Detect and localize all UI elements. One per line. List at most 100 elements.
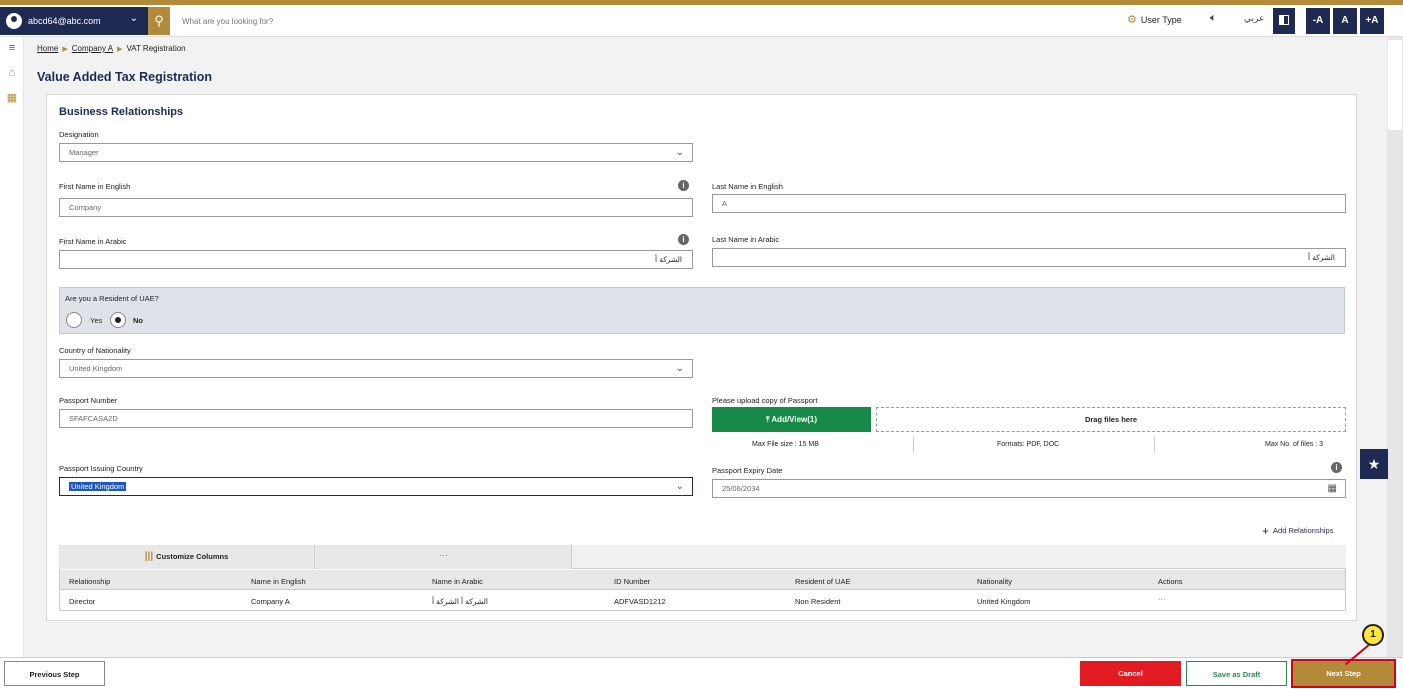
user-type-button[interactable]: ⚙ User Type [1127, 13, 1182, 26]
info-icon[interactable]: i [678, 180, 689, 191]
left-rail: ≡ ⌂ ▦ [0, 37, 24, 657]
designation-label: Designation [59, 130, 99, 139]
table-cell: Non Resident [795, 597, 841, 606]
customize-columns-button[interactable]: ||| Customize Columns [59, 545, 315, 569]
breadcrumb-home[interactable]: Home [37, 44, 58, 53]
table-more-button[interactable]: ··· [316, 545, 572, 569]
cancel-button[interactable]: Cancel [1080, 661, 1181, 686]
chevron-down-icon: ⌄ [129, 13, 138, 24]
business-relationships-card [46, 94, 1357, 621]
passport-number-label: Passport Number [59, 396, 118, 405]
column-header: Name in English [251, 577, 306, 586]
speaker-icon[interactable]: 🔈︎ [1210, 12, 1217, 25]
table-cell: United Kingdom [977, 597, 1031, 606]
nationality-value: United Kingdom [69, 364, 123, 373]
column-header: Nationality [977, 577, 1013, 586]
save-draft-button[interactable]: Save as Draft [1186, 661, 1287, 686]
column-header: Resident of UAE [795, 577, 851, 586]
resident-yes-label: Yes [90, 316, 103, 325]
issuing-country-label: Passport Issuing Country [59, 464, 143, 473]
resident-no-label: No [133, 316, 143, 325]
contrast-button[interactable] [1273, 8, 1295, 34]
designation-value: Manager [69, 148, 99, 157]
last-name-ar-input[interactable]: الشركة أ [712, 248, 1346, 267]
file-dropzone[interactable]: Drag files here [876, 407, 1346, 432]
breadcrumb: Home ▶ Company A ▶ VAT Registration [37, 44, 186, 53]
chevron-down-icon: ⌄ [675, 481, 684, 492]
breadcrumb-arrow-icon: ▶ [62, 46, 68, 53]
calendar-icon[interactable]: ▦ [1328, 480, 1337, 497]
add-relationships-label: Add Relationships [1273, 525, 1334, 535]
max-files: Max No. of files : 3 [1265, 441, 1323, 448]
issuing-country-value: United Kingdom [69, 482, 127, 491]
breadcrumb-current: VAT Registration [126, 44, 186, 53]
add-view-button[interactable]: ⤒ Add/View(1) [712, 407, 871, 432]
expiry-date-input[interactable]: 25/06/2034 ▦ [712, 479, 1346, 498]
search-icon: ⚲ [154, 13, 164, 28]
chevron-down-icon: ⌄ [675, 147, 684, 158]
chevron-down-icon: ⌄ [675, 363, 684, 374]
scrollbar-thumb[interactable] [1388, 40, 1402, 130]
resident-yes-radio[interactable] [66, 312, 82, 328]
font-normal-button[interactable]: A [1333, 8, 1357, 34]
add-view-label: Add/View(1) [771, 415, 818, 424]
divider [1154, 437, 1155, 453]
hamburger-menu-icon[interactable]: ≡ [6, 42, 18, 54]
previous-step-button[interactable]: Previous Step [4, 661, 105, 686]
grid-icon[interactable]: ▦ [6, 91, 18, 104]
info-icon[interactable]: i [678, 234, 689, 245]
section-title: Business Relationships [59, 106, 184, 118]
table-cell: الشركة أ الشركة أ [432, 597, 488, 606]
table-cell: Company A [251, 597, 290, 606]
nationality-select[interactable]: United Kingdom ⌄ [59, 359, 693, 378]
home-icon[interactable]: ⌂ [6, 67, 18, 79]
font-decrease-button[interactable]: -A [1306, 8, 1330, 34]
info-icon[interactable]: i [1331, 462, 1342, 473]
user-icon [6, 13, 22, 29]
table-cell: Director [69, 597, 96, 606]
last-name-en-label: Last Name in English [712, 182, 783, 191]
issuing-country-select[interactable]: United Kingdom ⌄ [59, 477, 693, 496]
passport-number-input[interactable]: SFAFCASA2D [59, 409, 693, 428]
designation-select[interactable]: Manager ⌄ [59, 143, 693, 162]
expiry-value: 25/06/2034 [722, 484, 760, 493]
page-title: Value Added Tax Registration [37, 70, 213, 84]
divider [913, 437, 914, 453]
nationality-label: Country of Nationality [59, 346, 131, 355]
customize-columns-label: Customize Columns [156, 552, 229, 561]
user-type-label: User Type [1140, 14, 1182, 25]
max-file-size: Max File size : 15 MB [752, 441, 819, 448]
breadcrumb-company[interactable]: Company A [72, 44, 113, 53]
first-name-ar-input[interactable]: الشركة أ [59, 250, 693, 269]
row-actions-button[interactable]: ··· [1158, 594, 1166, 603]
last-name-ar-label: Last Name in Arabic [712, 235, 780, 244]
column-header: Relationship [69, 577, 111, 586]
account-email: abcd64@abc.com [28, 16, 101, 26]
next-step-button[interactable]: Next Step [1291, 659, 1396, 688]
table-toolbar: ||| Customize Columns ··· [59, 545, 1346, 569]
table-cell: ADFVASD1212 [614, 597, 666, 606]
column-header: Name in Arabic [432, 577, 483, 586]
resident-question-box [59, 287, 1345, 334]
resident-no-radio[interactable] [110, 312, 126, 328]
first-name-en-input[interactable]: Company [59, 198, 693, 217]
language-toggle[interactable]: عربي [1244, 13, 1264, 24]
search-input[interactable] [176, 7, 776, 35]
column-header: Actions [1158, 577, 1183, 586]
search-button[interactable]: ⚲ [148, 7, 170, 35]
passport-upload-label: Please upload copy of Passport [712, 396, 818, 405]
font-increase-button[interactable]: +A [1360, 8, 1384, 34]
contrast-icon [1279, 15, 1289, 26]
file-formats: Formats: PDF, DOC [997, 441, 1060, 448]
scrollbar[interactable] [1387, 37, 1403, 657]
account-menu[interactable]: abcd64@abc.com ⌄ [0, 7, 148, 35]
plus-icon: + [1262, 524, 1270, 538]
gear-icon: ⚙ [1127, 14, 1137, 26]
star-icon[interactable]: ★ [1360, 449, 1388, 479]
step-callout-badge: 1 [1362, 624, 1384, 646]
last-name-en-input[interactable]: A [712, 194, 1346, 213]
first-name-en-label: First Name in English [59, 182, 131, 191]
expiry-label: Passport Expiry Date [712, 466, 783, 475]
add-relationships-button[interactable]: + Add Relationships [1262, 524, 1333, 538]
resident-question: Are you a Resident of UAE? [65, 294, 159, 303]
